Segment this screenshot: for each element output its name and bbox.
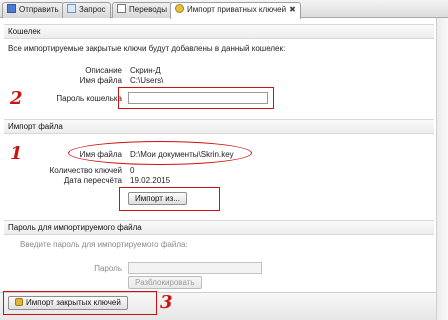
annotation-step-3: 3: [160, 292, 173, 313]
description-label: Описание: [85, 66, 122, 75]
tab-transfers[interactable]: Переводы: [112, 2, 172, 18]
annotation-oval-filename: [68, 141, 252, 165]
file-password-section-header: Пароль для импортируемого файла: [4, 220, 434, 235]
transfers-icon: [117, 4, 126, 13]
send-icon: [7, 4, 16, 13]
close-tab-icon[interactable]: ✖: [289, 3, 296, 17]
tab-send[interactable]: Отправить: [2, 2, 64, 18]
vertical-scrollbar[interactable]: [436, 18, 448, 320]
file-password-label: Пароль: [94, 264, 122, 273]
annotation-step-1: 1: [10, 143, 23, 164]
wallet-password-label: Пароль кошелька: [56, 94, 122, 103]
wallet-section-header: Кошелек: [4, 24, 434, 39]
tab-send-label: Отправить: [19, 5, 59, 14]
unlock-button[interactable]: Разблокировать: [128, 276, 202, 289]
key-count-value: 0: [130, 166, 135, 175]
key-count-label: Количество ключей: [49, 166, 122, 175]
tab-request[interactable]: Запрос: [62, 2, 111, 18]
annotation-box-import-keys: [3, 291, 157, 315]
annotation-box-import-from: [119, 187, 220, 211]
file-import-section-header: Импорт файла: [4, 119, 434, 134]
tab-import-label: Импорт приватных ключей: [187, 5, 287, 14]
annotation-step-2: 2: [10, 88, 23, 109]
tab-import-private-keys[interactable]: Импорт приватных ключей ✖: [170, 2, 301, 19]
key-icon: [175, 4, 184, 13]
tab-request-label: Запрос: [79, 5, 106, 14]
recalc-date-value: 19.02.2015: [130, 176, 171, 185]
recalc-date-label: Дата пересчёта: [63, 176, 122, 185]
tab-strip: Отправить Запрос Переводы Импорт приватн…: [0, 0, 448, 19]
annotation-box-wallet-password: [118, 87, 274, 109]
wallet-notice: Все импортируемые закрытые ключи будут д…: [8, 44, 286, 53]
tab-transfers-label: Переводы: [129, 5, 167, 14]
description-value: Скрин-Д: [130, 66, 161, 75]
wallet-filename-label: Имя файла: [79, 76, 122, 85]
wallet-filename-value: C:\Users\: [130, 76, 164, 85]
file-password-input[interactable]: [128, 262, 262, 274]
request-icon: [67, 4, 76, 13]
file-password-prompt: Введите пароль для импортируемого файла:: [20, 240, 188, 249]
